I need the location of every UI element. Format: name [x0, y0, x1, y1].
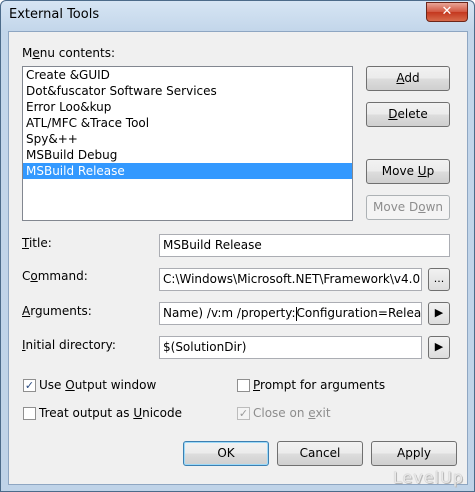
menu-contents-label: Menu contents:	[22, 46, 116, 60]
list-item[interactable]: Error Loo&kup	[23, 99, 352, 115]
initial-directory-field[interactable]: $(SolutionDir)	[159, 336, 422, 359]
checkmark-icon: ✓	[238, 407, 249, 420]
arguments-menu-button[interactable]: ▶	[428, 302, 450, 325]
prompt-for-arguments-label[interactable]: Prompt for arguments	[253, 378, 385, 392]
add-button[interactable]: Add	[366, 66, 450, 91]
list-item[interactable]: Dot&fuscator Software Services	[23, 83, 352, 99]
browse-command-button[interactable]: ...	[428, 268, 450, 291]
dialog-client-area: Menu contents: Create &GUID Dot&fuscator…	[8, 31, 468, 485]
treat-output-unicode-label[interactable]: Treat output as Unicode	[39, 406, 182, 420]
list-item[interactable]: Spy&++	[23, 131, 352, 147]
use-output-window-label[interactable]: Use Output window	[39, 378, 156, 392]
title-label: Title:	[22, 236, 52, 250]
checkmark-icon: ✓	[24, 379, 35, 392]
command-label: Command:	[22, 269, 88, 283]
move-down-button[interactable]: Move Down	[366, 195, 450, 220]
close-on-exit-checkbox[interactable]: ✓	[237, 407, 250, 420]
list-item[interactable]: MSBuild Debug	[23, 147, 352, 163]
close-on-exit-label[interactable]: Close on exit	[253, 406, 331, 420]
apply-button[interactable]: Apply	[371, 441, 457, 466]
title-field[interactable]: MSBuild Release	[159, 234, 450, 257]
title-bar[interactable]: External Tools ✕	[1, 1, 474, 31]
external-tools-window: External Tools ✕ Menu contents: Create &…	[0, 0, 475, 492]
right-arrow-icon: ▶	[434, 306, 444, 319]
list-item[interactable]: ATL/MFC &Trace Tool	[23, 115, 352, 131]
close-icon: ✕	[441, 4, 453, 19]
list-item-selected[interactable]: MSBuild Release	[23, 163, 352, 179]
prompt-for-arguments-checkbox[interactable]	[237, 379, 250, 392]
window-title: External Tools	[9, 7, 100, 22]
treat-output-unicode-checkbox[interactable]	[23, 407, 36, 420]
delete-button[interactable]: Delete	[366, 102, 450, 127]
right-arrow-icon: ▶	[434, 340, 444, 353]
use-output-window-checkbox[interactable]: ✓	[23, 379, 36, 392]
list-item[interactable]: Create &GUID	[23, 67, 352, 83]
initial-directory-menu-button[interactable]: ▶	[428, 336, 450, 359]
close-window-button[interactable]: ✕	[426, 2, 468, 22]
initial-directory-label: Initial directory:	[22, 338, 116, 352]
ok-button[interactable]: OK	[183, 441, 269, 466]
menu-contents-list[interactable]: Create &GUID Dot&fuscator Software Servi…	[22, 66, 353, 221]
cancel-button[interactable]: Cancel	[277, 441, 363, 466]
move-up-button[interactable]: Move Up	[366, 159, 450, 184]
command-field[interactable]: C:\Windows\Microsoft.NET\Framework\v4.0.…	[159, 268, 422, 291]
arguments-label: Arguments:	[22, 304, 92, 318]
arguments-field[interactable]: Name) /v:m /property:Configuration=Relea…	[159, 302, 422, 325]
levelup-watermark: LevelUp	[392, 468, 464, 487]
